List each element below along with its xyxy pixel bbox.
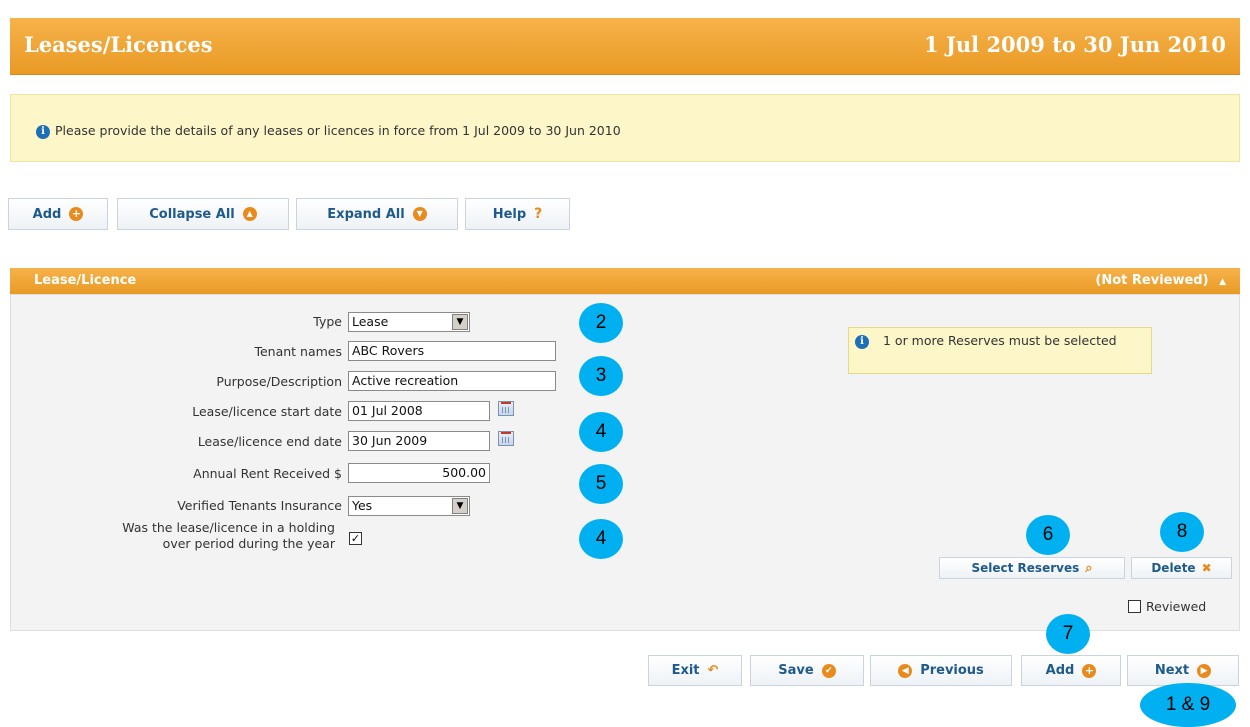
type-label: Type xyxy=(313,314,342,329)
save-label: Save xyxy=(778,663,814,678)
callout-marker: 6 xyxy=(1026,515,1070,555)
close-icon: ✖ xyxy=(1201,561,1212,575)
delete-button[interactable]: Delete ✖ xyxy=(1131,557,1232,579)
info-message: Please provide the details of any leases… xyxy=(55,123,621,138)
reserves-note: i 1 or more Reserves must be selected xyxy=(848,327,1152,374)
plus-icon: + xyxy=(69,207,84,221)
insurance-label: Verified Tenants Insurance xyxy=(177,498,342,513)
check-icon: ✔ xyxy=(821,663,836,678)
start-date-input[interactable]: 01 Jul 2008 xyxy=(348,401,490,421)
collapse-icon[interactable]: ▲ xyxy=(1219,277,1226,287)
callout-marker: 4 xyxy=(579,412,623,452)
collapse-all-button[interactable]: Collapse All ▲ xyxy=(117,198,289,230)
holding-over-label: Was the lease/licence in a holding over … xyxy=(122,520,335,552)
rent-label: Annual Rent Received $ xyxy=(193,466,342,481)
start-date-label: Lease/licence start date xyxy=(192,404,342,419)
reviewed-checkbox[interactable] xyxy=(1128,600,1141,613)
review-status-text: (Not Reviewed) xyxy=(1095,273,1209,288)
holding-over-label-line2: over period during the year xyxy=(162,536,335,551)
exit-button[interactable]: Exit ↶ xyxy=(648,655,742,686)
help-button[interactable]: Help ? xyxy=(465,198,570,230)
info-banner: i Please provide the details of any leas… xyxy=(10,94,1240,162)
select-reserves-label: Select Reserves xyxy=(971,561,1080,575)
calendar-icon[interactable] xyxy=(498,431,514,446)
help-label: Help xyxy=(492,206,527,222)
info-icon: i xyxy=(855,335,869,349)
holding-over-checkbox[interactable]: ✓ xyxy=(349,532,362,545)
type-value: Lease xyxy=(352,314,389,329)
callout-marker: 7 xyxy=(1046,614,1090,654)
end-date-label: Lease/licence end date xyxy=(197,434,342,449)
panel-title: Lease/Licence xyxy=(34,273,137,288)
previous-button[interactable]: ◀ Previous xyxy=(870,655,1012,686)
purpose-input[interactable]: Active recreation xyxy=(348,371,556,391)
dropdown-arrow-icon: ▼ xyxy=(452,498,468,514)
footer-add-button[interactable]: Add + xyxy=(1021,655,1121,686)
info-icon: i xyxy=(36,125,50,139)
plus-icon: + xyxy=(1082,663,1097,678)
arrow-left-icon: ◀ xyxy=(898,663,913,678)
next-button[interactable]: Next ▶ xyxy=(1127,655,1239,686)
delete-label: Delete xyxy=(1151,561,1196,575)
chevron-down-icon: ▼ xyxy=(412,207,427,221)
expand-all-label: Expand All xyxy=(327,206,405,222)
callout-marker: 4 xyxy=(579,519,623,559)
search-icon: ⌕ xyxy=(1085,560,1093,576)
add-button[interactable]: Add + xyxy=(8,198,108,230)
callout-marker: 8 xyxy=(1160,512,1204,552)
period-range: 1 Jul 2009 to 30 Jun 2010 xyxy=(924,32,1226,57)
callout-marker: 5 xyxy=(579,464,623,504)
insurance-value: Yes xyxy=(352,498,373,513)
calendar-icon[interactable] xyxy=(498,401,514,416)
undo-arrow-icon: ↶ xyxy=(707,663,719,678)
collapse-all-label: Collapse All xyxy=(149,206,235,222)
save-button[interactable]: Save ✔ xyxy=(750,655,864,686)
purpose-label: Purpose/Description xyxy=(216,374,342,389)
end-date-input[interactable]: 30 Jun 2009 xyxy=(348,431,490,451)
reviewed-label: Reviewed xyxy=(1146,599,1207,614)
holding-over-label-line1: Was the lease/licence in a holding xyxy=(122,520,335,535)
review-status: (Not Reviewed) ▲ xyxy=(1095,273,1226,288)
callout-marker: 1 & 9 xyxy=(1140,683,1236,727)
tenant-names-input[interactable]: ABC Rovers xyxy=(348,341,556,361)
dropdown-arrow-icon: ▼ xyxy=(452,314,468,330)
help-icon: ? xyxy=(534,206,543,222)
add-label: Add xyxy=(32,206,62,222)
page-title: Leases/Licences xyxy=(24,32,213,57)
lease-panel-header[interactable]: Lease/Licence (Not Reviewed) ▲ xyxy=(10,268,1240,294)
expand-all-button[interactable]: Expand All ▼ xyxy=(296,198,458,230)
reserves-note-text: 1 or more Reserves must be selected xyxy=(883,333,1117,348)
exit-label: Exit xyxy=(671,663,700,678)
chevron-up-icon: ▲ xyxy=(242,207,257,221)
arrow-right-icon: ▶ xyxy=(1197,663,1212,678)
page-header: Leases/Licences 1 Jul 2009 to 30 Jun 201… xyxy=(10,18,1240,75)
next-label: Next xyxy=(1154,663,1190,678)
type-select[interactable]: Lease ▼ xyxy=(348,312,470,332)
insurance-select[interactable]: Yes ▼ xyxy=(348,496,470,516)
select-reserves-button[interactable]: Select Reserves ⌕ xyxy=(939,557,1125,579)
previous-label: Previous xyxy=(920,663,984,678)
tenant-names-label: Tenant names xyxy=(254,344,342,359)
callout-marker: 2 xyxy=(579,303,623,343)
footer-add-label: Add xyxy=(1045,663,1075,678)
rent-input[interactable]: 500.00 xyxy=(348,463,490,483)
callout-marker: 3 xyxy=(579,356,623,396)
